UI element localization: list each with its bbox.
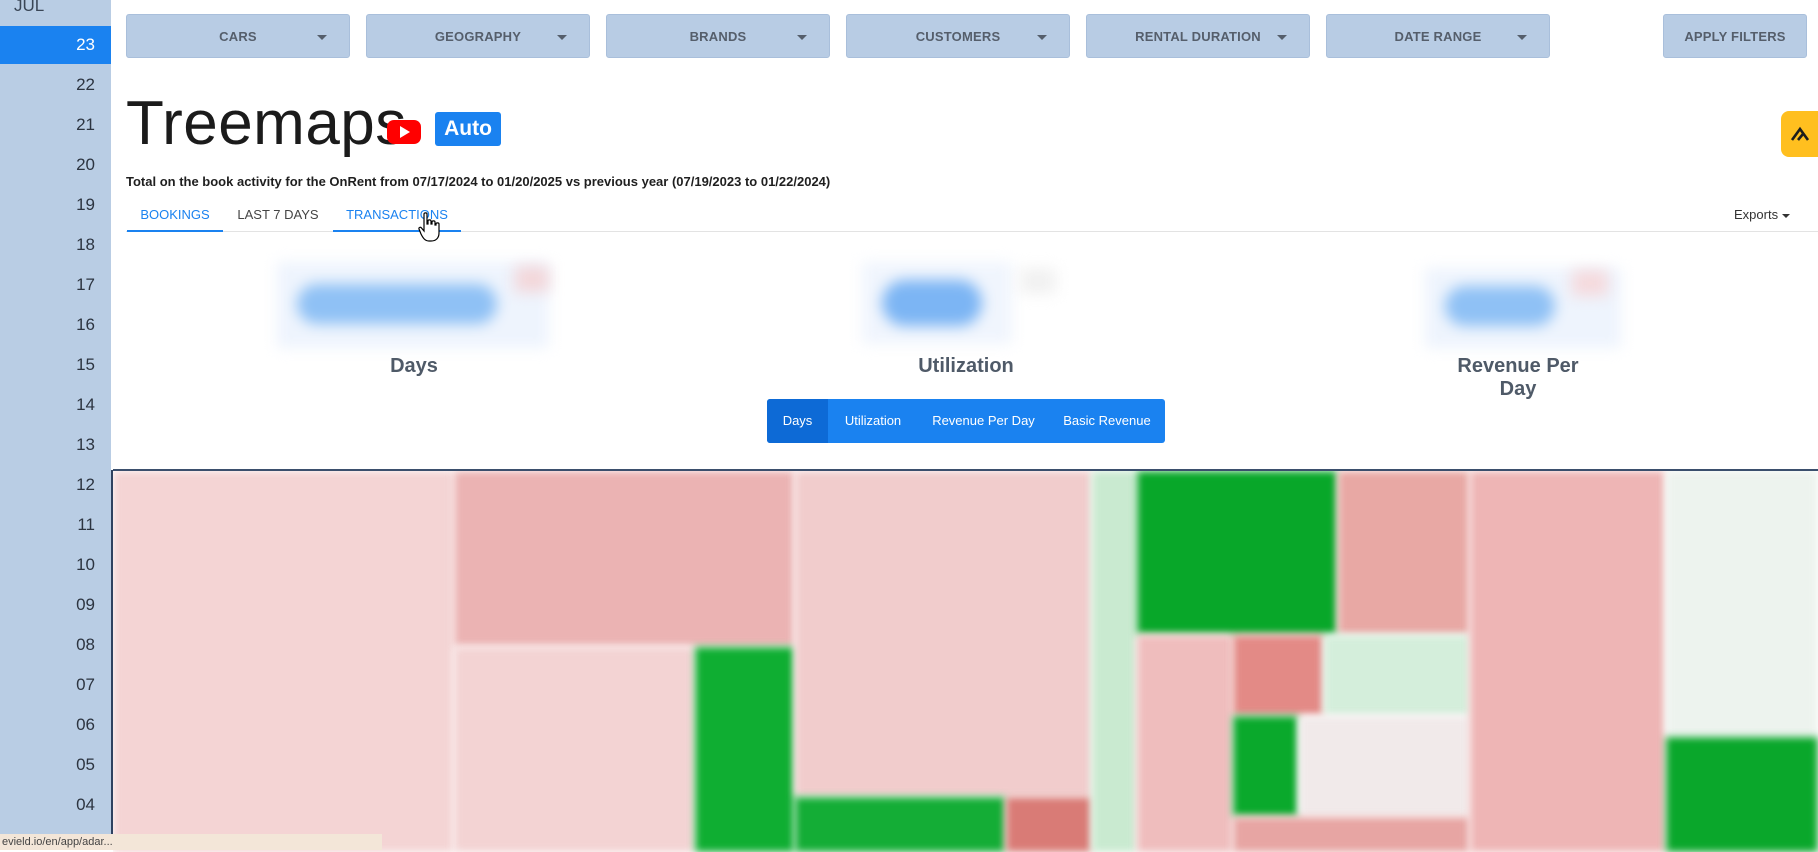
metric-days-button[interactable]: Days — [767, 399, 828, 443]
filter-geography-dropdown[interactable]: GEOGRAPHY — [366, 14, 590, 58]
sidebar-day[interactable]: 18 — [0, 226, 111, 264]
sidebar-day[interactable]: 19 — [0, 186, 111, 224]
metric-toggle-group: Days Utilization Revenue Per Day Basic R… — [767, 399, 1165, 443]
filter-label: RENTAL DURATION — [1135, 29, 1261, 44]
caret-down-icon — [797, 35, 807, 40]
sidebar-day[interactable]: 13 — [0, 426, 111, 464]
kpi-days-label: Days — [390, 355, 438, 377]
caret-down-icon — [1782, 213, 1791, 218]
filter-date-range-dropdown[interactable]: DATE RANGE — [1326, 14, 1550, 58]
metric-utilization-button[interactable]: Utilization — [828, 399, 918, 443]
treemap-tile[interactable] — [113, 471, 453, 852]
date-sidebar: JUL 23 22 21 20 19 18 17 16 15 14 13 12 … — [0, 0, 111, 850]
treemap-tile[interactable] — [454, 471, 794, 646]
treemap-tile[interactable] — [1666, 471, 1818, 736]
caret-down-icon — [557, 35, 567, 40]
filter-label: DATE RANGE — [1394, 29, 1482, 44]
filter-label: CARS — [219, 29, 257, 44]
sidebar-day[interactable]: 12 — [0, 466, 111, 504]
treemap-tile[interactable] — [1233, 635, 1323, 715]
sidebar-day[interactable]: 08 — [0, 626, 111, 664]
sidebar-day[interactable]: 22 — [0, 66, 111, 104]
sidebar-day[interactable]: 10 — [0, 546, 111, 584]
apply-filters-label: APPLY FILTERS — [1684, 29, 1786, 44]
sidebar-day[interactable]: 09 — [0, 586, 111, 624]
sidebar-day[interactable]: 14 — [0, 386, 111, 424]
treemap-tile[interactable] — [795, 471, 1091, 796]
tab-last-7-days[interactable]: LAST 7 DAYS — [232, 207, 324, 232]
sidebar-day[interactable]: 07 — [0, 666, 111, 704]
days-kpi-badge — [515, 266, 549, 292]
treemap-tile[interactable] — [1233, 716, 1298, 816]
treemap-tile[interactable] — [1137, 635, 1232, 852]
treemap-tile[interactable] — [695, 647, 794, 852]
sidebar-day[interactable]: 21 — [0, 106, 111, 144]
treemap-tile[interactable] — [1470, 471, 1665, 852]
kpi-utilization-label: Utilization — [918, 355, 1014, 377]
treemap-chart — [113, 469, 1818, 852]
treemap-tile[interactable] — [1233, 817, 1469, 852]
sidebar-day[interactable]: 16 — [0, 306, 111, 344]
sidebar-day[interactable]: 06 — [0, 706, 111, 744]
filter-label: GEOGRAPHY — [434, 29, 522, 44]
revenue-per-day-kpi-badge — [1572, 270, 1608, 296]
caret-down-icon — [1517, 35, 1527, 40]
auto-badge[interactable]: Auto — [435, 112, 501, 146]
treemap-tile[interactable] — [1299, 716, 1469, 816]
sidebar-day[interactable]: 23 — [0, 26, 111, 64]
sidebar-month-label: JUL — [14, 0, 45, 15]
filter-label: BRANDS — [689, 29, 747, 44]
tab-bookings[interactable]: BOOKINGS — [127, 207, 223, 232]
treemap-tile[interactable] — [1666, 737, 1818, 852]
filter-cars-dropdown[interactable]: CARS — [126, 14, 350, 58]
sidebar-day[interactable]: 05 — [0, 746, 111, 784]
filter-brands-dropdown[interactable]: BRANDS — [606, 14, 830, 58]
caret-down-icon — [1277, 35, 1287, 40]
exports-label: Exports — [1734, 207, 1779, 222]
sidebar-day[interactable]: 20 — [0, 146, 111, 184]
treemap-tile[interactable] — [454, 647, 694, 852]
sidebar-day[interactable]: 11 — [0, 506, 111, 544]
filter-label: CUSTOMERS — [915, 29, 1001, 44]
sidebar-day[interactable]: 17 — [0, 266, 111, 304]
treemap-tile[interactable] — [1006, 797, 1091, 852]
exports-dropdown[interactable]: Exports — [1734, 207, 1791, 222]
apply-filters-button[interactable]: APPLY FILTERS — [1663, 14, 1807, 58]
caret-down-icon — [317, 35, 327, 40]
help-widget[interactable] — [1781, 111, 1818, 157]
filter-customers-dropdown[interactable]: CUSTOMERS — [846, 14, 1070, 58]
metric-basic-revenue-button[interactable]: Basic Revenue — [1049, 399, 1165, 443]
kpi-revenue-per-day-label: Revenue Per Day — [1457, 355, 1579, 400]
utilization-kpi-badge — [1020, 268, 1056, 294]
treemap-tile[interactable] — [1092, 471, 1136, 852]
treemap-tile[interactable] — [795, 797, 1005, 852]
filter-rental-duration-dropdown[interactable]: RENTAL DURATION — [1086, 14, 1310, 58]
hand-pointer-cursor-icon — [418, 212, 440, 242]
caret-down-icon — [1037, 35, 1047, 40]
tab-transactions[interactable]: TRANSACTIONS — [333, 207, 461, 232]
chevron-up-icon — [1790, 126, 1810, 141]
youtube-icon[interactable] — [387, 120, 421, 144]
days-kpi-value — [277, 262, 549, 348]
page-subtitle: Total on the book activity for the OnRen… — [126, 174, 831, 189]
utilization-kpi-value — [862, 262, 1012, 344]
page-title: Treemaps — [126, 89, 407, 158]
sidebar-day[interactable]: 04 — [0, 786, 111, 824]
treemap-tile[interactable] — [1324, 635, 1469, 715]
metric-revenue-per-day-button[interactable]: Revenue Per Day — [918, 399, 1049, 443]
treemap-tile[interactable] — [1137, 471, 1337, 634]
treemap-tile[interactable] — [1338, 471, 1469, 634]
sidebar-day[interactable]: 15 — [0, 346, 111, 384]
browser-status-bar: evield.io/en/app/adar... — [0, 834, 382, 850]
